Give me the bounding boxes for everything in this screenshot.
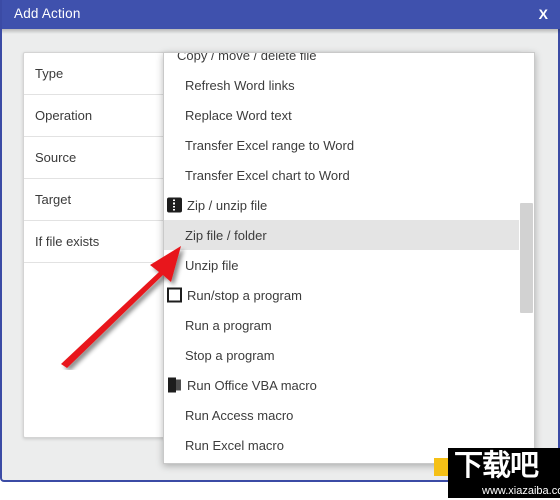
watermark: 下载吧 www.xiazaiba.com (424, 448, 560, 500)
form-label-source: Source (35, 150, 77, 165)
form-label-operation: Operation (35, 108, 93, 123)
type-dropdown-popup[interactable]: Copy / move / delete file Refresh Word l… (163, 52, 535, 464)
screenshot-root: Add Action X Type Operation Source Targe… (0, 0, 560, 500)
watermark-box: 下载吧 www.xiazaiba.com (448, 448, 560, 498)
dropdown-item-list: Copy / move / delete file Refresh Word l… (164, 52, 534, 460)
dropdown-item-transfer-excel-range-to-word[interactable]: Transfer Excel range to Word (164, 130, 534, 160)
dropdown-item-label: Run Office VBA macro (187, 377, 317, 393)
watermark-url: www.xiazaiba.com (482, 485, 560, 497)
dropdown-item-label: Transfer Excel chart to Word (185, 167, 350, 183)
window-icon (167, 287, 182, 303)
dropdown-group-run-stop-a-program[interactable]: Run/stop a program (164, 280, 534, 310)
dropdown-item-unzip-file[interactable]: Unzip file (164, 250, 534, 280)
dropdown-item-refresh-word-links[interactable]: Refresh Word links (164, 70, 534, 100)
dropdown-item-label: Copy / move / delete file (177, 52, 317, 63)
add-action-dialog: Add Action X Type Operation Source Targe… (0, 0, 560, 482)
dropdown-scrollbar-thumb[interactable] (520, 203, 533, 313)
page-title: Add Action (14, 6, 81, 21)
form-label-type: Type (35, 66, 64, 81)
dropdown-item-label: Refresh Word links (185, 77, 295, 93)
dropdown-item-label: Unzip file (185, 257, 239, 273)
dropdown-item-stop-a-program[interactable]: Stop a program (164, 340, 534, 370)
dropdown-item-zip-file-folder[interactable]: Zip file / folder (164, 220, 534, 250)
dropdown-item-run-a-program[interactable]: Run a program (164, 310, 534, 340)
dropdown-item-label: Run Access macro (185, 407, 294, 423)
dropdown-group-zip-unzip-file[interactable]: Zip / unzip file (164, 190, 534, 220)
dialog-titlebar: Add Action X (2, 0, 560, 29)
zip-icon (167, 197, 182, 213)
dropdown-item-label: Run Excel macro (185, 437, 284, 453)
dropdown-item-label: Stop a program (185, 347, 275, 363)
office-icon (167, 377, 182, 393)
dropdown-item-label: Transfer Excel range to Word (185, 137, 355, 153)
close-icon[interactable]: X (539, 5, 548, 23)
dropdown-item-label: Run/stop a program (187, 287, 302, 303)
dropdown-item-transfer-excel-chart-to-word[interactable]: Transfer Excel chart to Word (164, 160, 534, 190)
titlebar-shadow (2, 29, 560, 34)
form-label-if-file-exists: If file exists (35, 234, 100, 249)
watermark-brand: 下载吧 (454, 448, 539, 482)
dropdown-group-run-office-vba-macro[interactable]: Run Office VBA macro (164, 370, 534, 400)
dropdown-item-label: Zip file / folder (185, 227, 267, 243)
dropdown-item-run-access-macro[interactable]: Run Access macro (164, 400, 534, 430)
form-label-target: Target (35, 192, 72, 207)
dropdown-item-label: Run a program (185, 317, 272, 333)
dropdown-item-replace-word-text[interactable]: Replace Word text (164, 100, 534, 130)
dropdown-item-label: Zip / unzip file (187, 197, 268, 213)
dropdown-group-copy-move-delete-file[interactable]: Copy / move / delete file (164, 52, 534, 70)
dropdown-item-label: Replace Word text (185, 107, 292, 123)
dropdown-scrollbar[interactable] (519, 53, 534, 463)
